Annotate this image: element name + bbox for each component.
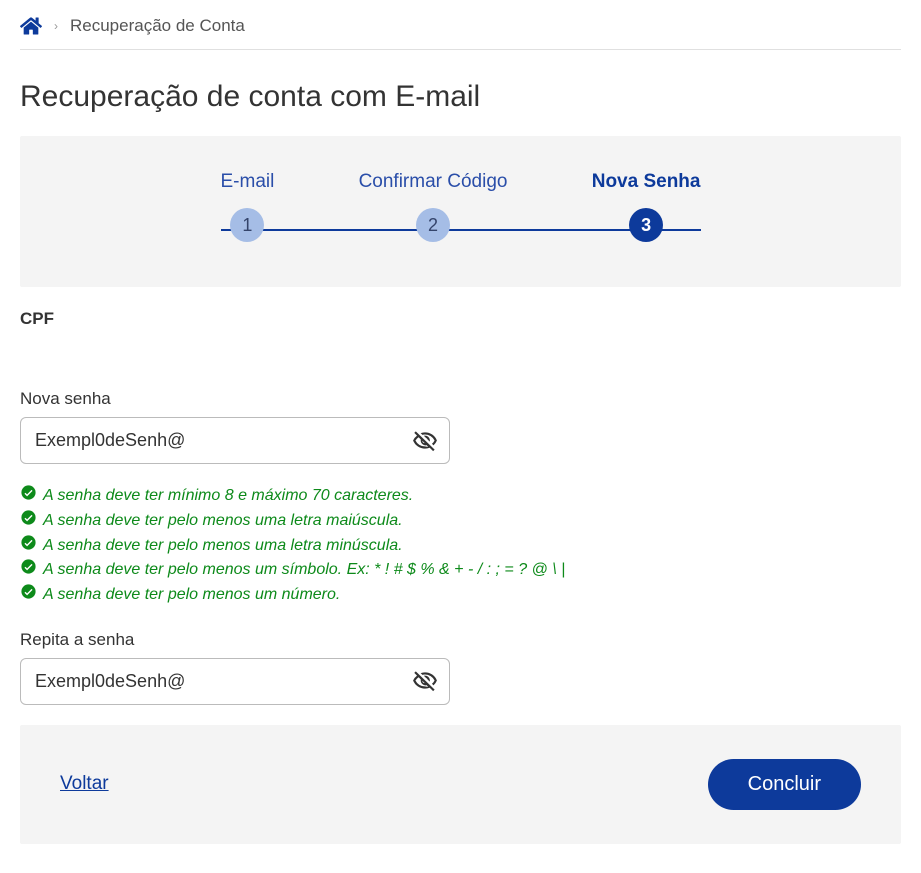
step-circle: 1 [230, 208, 264, 242]
validation-rule: A senha deve ter pelo menos um símbolo. … [20, 558, 901, 583]
check-circle-icon [20, 509, 37, 526]
breadcrumb: › Recuperação de Conta [20, 15, 901, 50]
repeat-password-group: Repita a senha [20, 630, 901, 705]
validation-text: A senha deve ter pelo menos uma letra ma… [43, 509, 901, 534]
stepper: E-mail 1 Confirmar Código 2 Nova Senha 3 [221, 171, 701, 242]
check-circle-icon [20, 558, 37, 575]
step-circle: 2 [416, 208, 450, 242]
new-password-group: Nova senha [20, 389, 901, 464]
back-link[interactable]: Voltar [60, 773, 109, 795]
step-label: Nova Senha [592, 171, 701, 193]
new-password-input[interactable] [20, 417, 450, 464]
new-password-input-wrap [20, 417, 450, 464]
validation-rule: A senha deve ter mínimo 8 e máximo 70 ca… [20, 484, 901, 509]
check-circle-icon [20, 583, 37, 600]
step-label: E-mail [221, 171, 275, 193]
validation-rule: A senha deve ter pelo menos um número. [20, 583, 901, 608]
repeat-password-input-wrap [20, 658, 450, 705]
check-circle-icon [20, 534, 37, 551]
repeat-password-label: Repita a senha [20, 630, 901, 650]
repeat-password-input[interactable] [20, 658, 450, 705]
step-new-password[interactable]: Nova Senha 3 [592, 171, 701, 242]
breadcrumb-separator: › [54, 19, 58, 33]
validation-text: A senha deve ter pelo menos uma letra mi… [43, 534, 901, 559]
eye-off-icon[interactable] [412, 668, 438, 694]
breadcrumb-current: Recuperação de Conta [70, 16, 245, 36]
validation-text: A senha deve ter pelo menos um número. [43, 583, 901, 608]
new-password-label: Nova senha [20, 389, 901, 409]
stepper-panel: E-mail 1 Confirmar Código 2 Nova Senha 3 [20, 136, 901, 287]
step-circle: 3 [629, 208, 663, 242]
step-label: Confirmar Código [359, 171, 508, 193]
check-circle-icon [20, 484, 37, 501]
step-email[interactable]: E-mail 1 [221, 171, 275, 242]
validation-text: A senha deve ter mínimo 8 e máximo 70 ca… [43, 484, 901, 509]
validation-rule: A senha deve ter pelo menos uma letra ma… [20, 509, 901, 534]
step-confirm-code[interactable]: Confirmar Código 2 [359, 171, 508, 242]
password-validation-list: A senha deve ter mínimo 8 e máximo 70 ca… [20, 484, 901, 608]
home-icon[interactable] [20, 15, 42, 37]
validation-rule: A senha deve ter pelo menos uma letra mi… [20, 534, 901, 559]
eye-off-icon[interactable] [412, 428, 438, 454]
page-title: Recuperação de conta com E-mail [20, 80, 901, 114]
footer-bar: Voltar Concluir [20, 725, 901, 844]
submit-button[interactable]: Concluir [708, 759, 861, 810]
cpf-label: CPF [20, 309, 901, 329]
validation-text: A senha deve ter pelo menos um símbolo. … [43, 558, 901, 583]
